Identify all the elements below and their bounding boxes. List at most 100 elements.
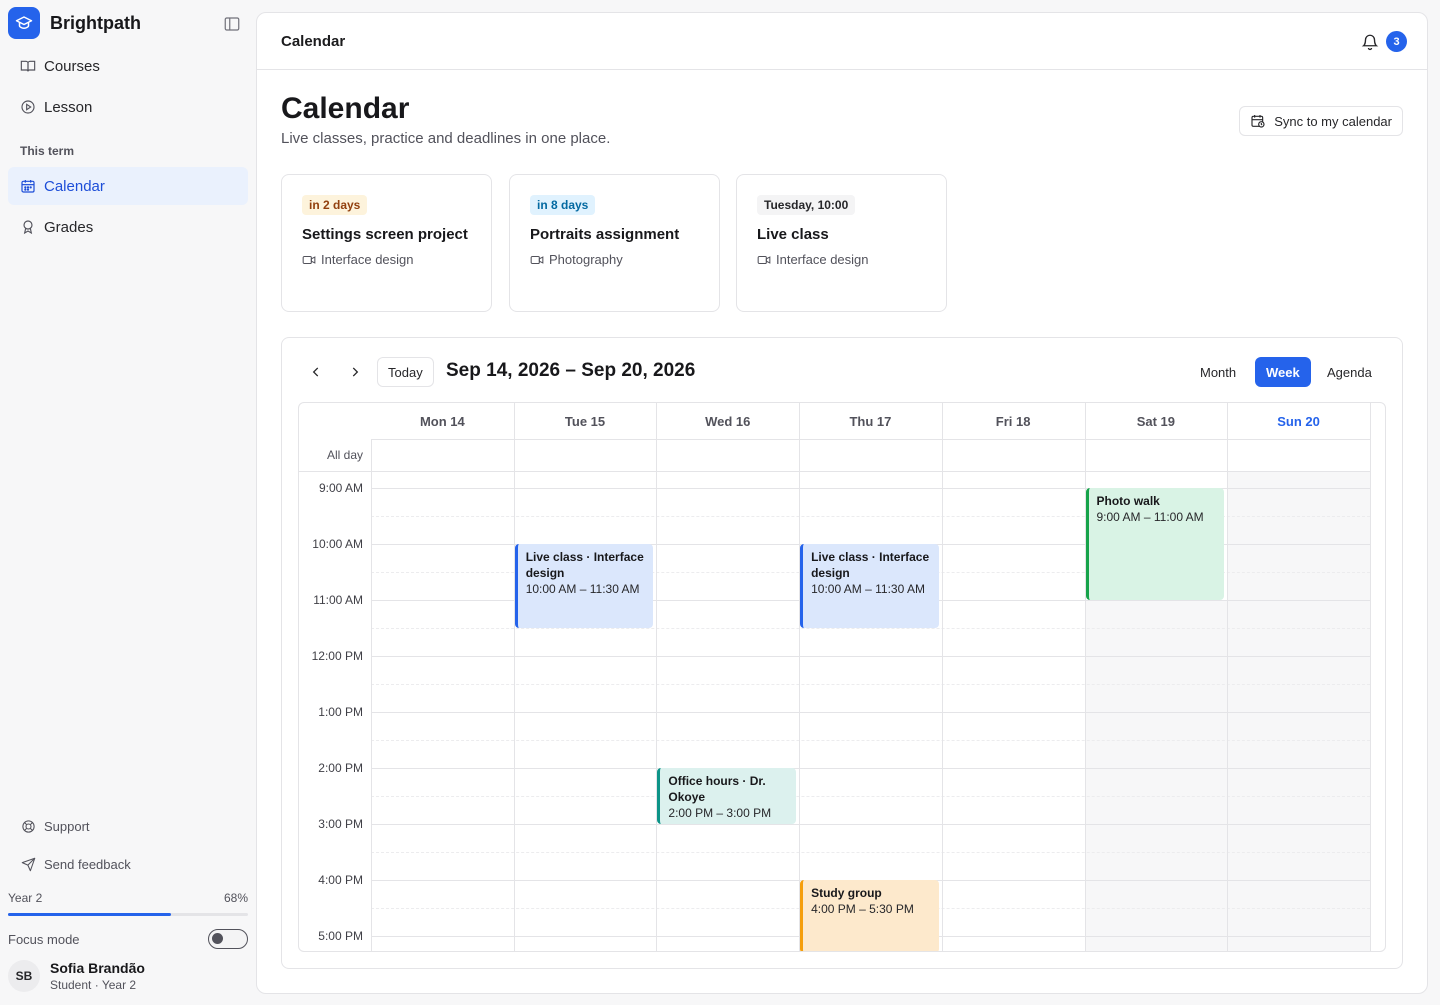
calendar-event[interactable]: Office hours · Dr. Okoye 2:00 PM – 3:00 P… — [657, 767, 797, 824]
calendar-event[interactable]: Live class · Interface design 10:00 AM – … — [514, 543, 654, 628]
day-column-line — [513, 403, 515, 951]
all-day-label: All day — [326, 448, 363, 462]
event-time: 4:00 PM – 5:30 PM — [811, 901, 914, 916]
time-label: 1:00 PM — [318, 704, 363, 719]
chevron-right-icon[interactable] — [343, 360, 367, 384]
event-title: Live class · Interface design — [525, 549, 644, 580]
event-title: Office hours · Dr. Okoye — [668, 773, 766, 804]
topbar: Calendar — [257, 13, 1427, 70]
day-header[interactable]: Sun 20 — [1227, 403, 1370, 439]
sidebar: Brightpath Courses Lesson This term Cale… — [0, 0, 256, 1005]
day-header[interactable]: Mon 14 — [371, 403, 514, 439]
day-header[interactable]: Sat 19 — [1085, 403, 1228, 439]
due-pill: in 2 days — [302, 195, 368, 215]
card-course: Photography — [549, 252, 623, 267]
time-label: 10:00 AM — [312, 536, 363, 551]
calendar-event[interactable]: Photo walk 9:00 AM – 11:00 AM — [1085, 487, 1225, 600]
today-button[interactable]: Today — [377, 357, 434, 387]
time-pill: Tuesday, 10:00 — [757, 195, 856, 215]
hour-line — [371, 655, 1370, 657]
time-label: 9:00 AM — [318, 480, 363, 495]
support-label: Support — [44, 818, 90, 834]
view-agenda-button[interactable]: Agenda — [1316, 357, 1383, 387]
chevron-left-icon[interactable] — [304, 360, 328, 384]
sync-calendar-button[interactable]: Sync to my calendar — [1239, 106, 1403, 136]
week-grid: All day Mon 14 Tue 15 Wed 16 Thu 17 Fri 18 Sa… — [298, 402, 1386, 952]
sidebar-item-label: Courses — [44, 57, 100, 75]
view-week-button[interactable]: Week — [1255, 357, 1311, 387]
day-column-line — [799, 403, 801, 951]
day-column-line — [941, 403, 943, 951]
card-title: Portraits assignment — [530, 226, 680, 243]
year-progress: Year 2 68% — [8, 891, 248, 905]
deadline-card[interactable]: in 8 days Portraits assignment Photograp… — [509, 174, 720, 312]
sidebar-item-grades[interactable]: Grades — [8, 208, 248, 246]
send-icon — [20, 856, 36, 872]
weekend-shade — [1084, 599, 1228, 951]
notification-badge[interactable]: 3 — [1386, 31, 1407, 52]
calendar-event[interactable]: Study group 4:00 PM – 5:30 PM — [800, 879, 939, 951]
half-hour-line — [371, 739, 1370, 741]
send-feedback-link[interactable]: Send feedback — [8, 849, 248, 879]
calendar-event[interactable]: Live class · Interface design 10:00 AM – … — [800, 543, 939, 628]
day-column-line — [1227, 403, 1229, 951]
main-panel: Calendar 3 Calendar Live classes, practi… — [256, 12, 1428, 994]
deadline-card[interactable]: in 2 days Settings screen project Interf… — [281, 174, 492, 312]
due-pill: in 8 days — [530, 195, 596, 215]
day-header[interactable]: Wed 16 — [656, 403, 799, 439]
time-label: 11:00 AM — [313, 592, 363, 607]
event-time: 10:00 AM – 11:30 AM — [525, 581, 640, 596]
book-icon — [20, 58, 36, 74]
calendar-sync-icon — [1250, 113, 1266, 129]
bell-icon[interactable] — [1361, 33, 1379, 51]
event-title: Photo walk — [1096, 493, 1160, 508]
date-range: Sep 14, 2026 – Sep 20, 2026 — [446, 360, 696, 381]
video-icon — [757, 253, 771, 267]
focus-mode-label: Focus mode — [8, 931, 80, 947]
progress-bar — [8, 913, 248, 916]
event-time: 9:00 AM – 11:00 AM — [1096, 509, 1204, 524]
sidebar-toggle-icon[interactable] — [223, 15, 241, 33]
support-link[interactable]: Support — [8, 811, 248, 841]
user-profile[interactable]: SB Sofia Brandão Student · Year 2 — [8, 960, 145, 992]
sidebar-item-lesson[interactable]: Lesson — [8, 88, 248, 126]
send-feedback-label: Send feedback — [44, 856, 131, 872]
sidebar-item-label: Grades — [44, 218, 94, 236]
brand[interactable]: Brightpath — [8, 7, 141, 39]
avatar: SB — [8, 960, 40, 992]
view-month-button[interactable]: Month — [1189, 357, 1247, 387]
brand-name: Brightpath — [50, 12, 141, 33]
progress-value: 68% — [223, 891, 248, 905]
section-label: This term — [20, 144, 75, 158]
half-hour-line — [371, 627, 1370, 629]
card-meta: Photography — [530, 252, 699, 267]
video-icon — [302, 253, 316, 267]
day-column-line — [371, 439, 372, 951]
progress-label: Year 2 — [8, 891, 43, 905]
time-label: 2:00 PM — [318, 760, 363, 775]
day-header[interactable]: Thu 17 — [799, 403, 942, 439]
card-meta: Interface design — [757, 252, 926, 267]
day-column-line — [656, 403, 658, 951]
sidebar-item-label: Calendar — [44, 177, 105, 195]
day-header[interactable]: Tue 15 — [514, 403, 657, 439]
half-hour-line — [371, 795, 1370, 797]
event-title: Live class · Interface design — [811, 549, 930, 580]
sidebar-item-courses[interactable]: Courses — [8, 47, 248, 85]
sidebar-item-calendar[interactable]: Calendar — [8, 167, 248, 205]
card-course: Interface design — [776, 252, 869, 267]
focus-mode-toggle[interactable] — [208, 929, 248, 949]
time-label: 5:00 PM — [318, 928, 363, 943]
day-header[interactable]: Fri 18 — [942, 403, 1085, 439]
event-time: 10:00 AM – 11:30 AM — [811, 581, 925, 596]
card-title: Live class — [757, 226, 829, 243]
live-class-card[interactable]: Tuesday, 10:00 Live class Interface desi… — [736, 174, 947, 312]
user-subtitle: Student · Year 2 — [50, 978, 137, 992]
time-label: 12:00 PM — [311, 648, 363, 663]
all-day-divider — [299, 471, 1370, 472]
video-icon — [530, 253, 544, 267]
user-name: Sofia Brandão — [50, 960, 145, 976]
hour-line — [371, 823, 1370, 825]
calendar-icon — [20, 178, 36, 194]
event-time: 2:00 PM – 3:00 PM — [668, 805, 772, 820]
